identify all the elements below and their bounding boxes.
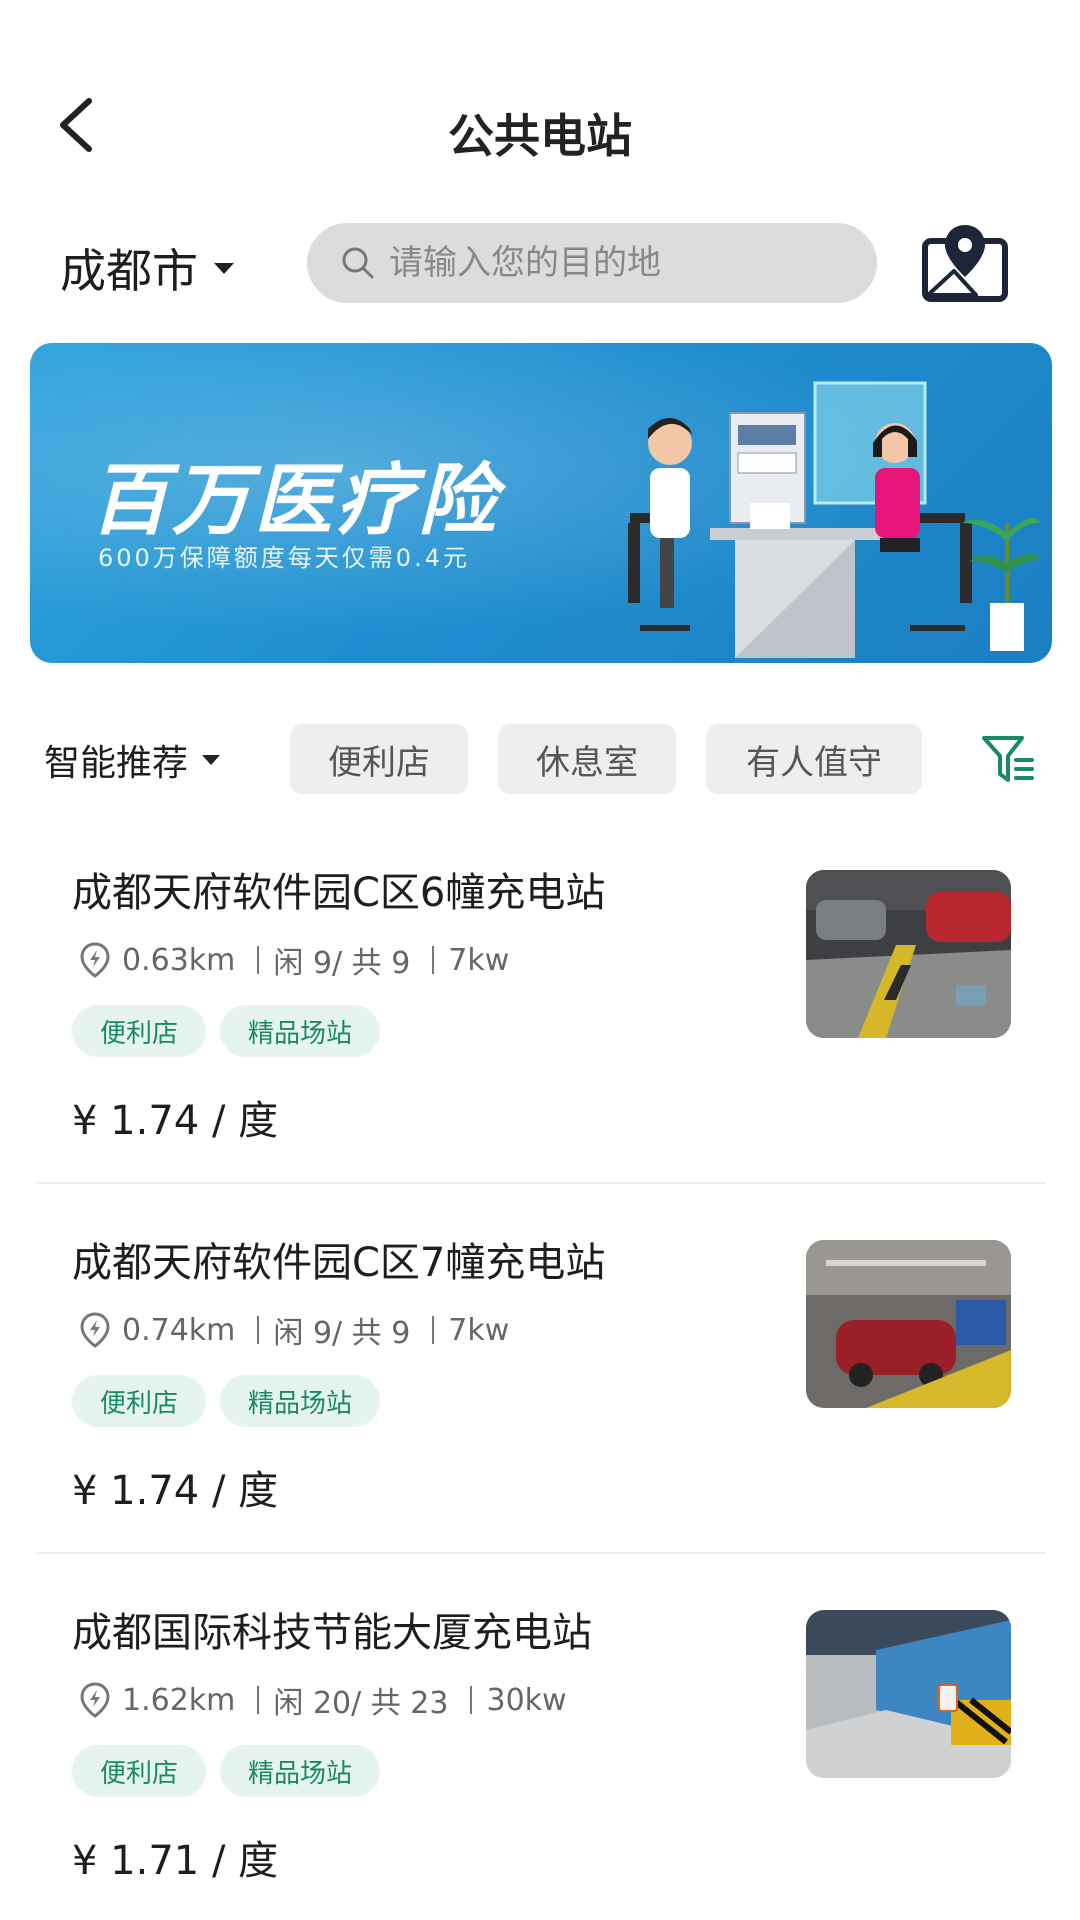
search-row: 成都市 [0, 215, 1080, 315]
promo-banner[interactable]: 百万医疗险 600万保障额度每天仅需0.4元 [30, 343, 1052, 663]
banner-illustration [628, 381, 1040, 658]
charging-pin-icon [80, 1682, 110, 1718]
tag-convenience-store: 便利店 [72, 1375, 207, 1427]
search-box[interactable] [307, 223, 877, 303]
station-name: 成都天府软件园C区7幢充电站 [72, 1240, 606, 1286]
city-label: 成都市 [60, 244, 198, 298]
station-tags: 便利店 精品场站 [72, 1005, 394, 1057]
filter-chip-lounge[interactable]: 休息室 [498, 724, 676, 794]
sort-dropdown[interactable]: 智能推荐 [44, 734, 221, 786]
card-divider [36, 1552, 1046, 1554]
station-availability: 闲 9/ 共 9 [273, 946, 411, 981]
divider [432, 1316, 435, 1344]
station-name: 成都天府软件园C区6幢充电站 [72, 870, 606, 916]
filter-icon[interactable] [978, 730, 1038, 790]
station-meta: 0.63km 闲 9/ 共 9 7kw [78, 938, 509, 982]
divider [257, 1316, 260, 1344]
divider [470, 1686, 473, 1714]
station-card[interactable]: 成都国际科技节能大厦充电站 1.62km 闲 20/ 共 23 30kw 便利店… [0, 1570, 1080, 1920]
header: 公共电站 [0, 0, 1080, 200]
station-power: 30kw [486, 1682, 567, 1718]
charging-pin-icon [80, 942, 110, 978]
map-pin-icon [922, 225, 1008, 302]
sort-label: 智能推荐 [44, 743, 189, 784]
station-price: ¥ 1.74 / 度 [72, 1468, 279, 1514]
station-availability: 闲 9/ 共 9 [273, 1316, 411, 1351]
station-power: 7kw [448, 1312, 510, 1348]
station-distance: 1.62km [122, 1682, 236, 1718]
filter-chip-attended[interactable]: 有人值守 [706, 724, 922, 794]
station-price: ¥ 1.71 / 度 [72, 1838, 279, 1884]
charging-pin-icon [80, 1312, 110, 1348]
tag-premium-station: 精品场站 [220, 1375, 381, 1427]
station-availability: 闲 20/ 共 23 [273, 1686, 449, 1721]
banner-subtitle: 600万保障额度每天仅需0.4元 [98, 544, 470, 572]
divider [432, 946, 435, 974]
station-power: 7kw [448, 942, 510, 978]
filter-row: 智能推荐 便利店 休息室 有人值守 [0, 718, 1080, 808]
card-divider [36, 1182, 1046, 1184]
station-price: ¥ 1.74 / 度 [72, 1098, 279, 1144]
tag-premium-station: 精品场站 [220, 1745, 381, 1797]
station-card[interactable]: 成都天府软件园C区7幢充电站 0.74km 闲 9/ 共 9 7kw 便利店 精… [0, 1200, 1080, 1570]
city-selector[interactable]: 成都市 [60, 235, 234, 301]
tag-convenience-store: 便利店 [72, 1005, 207, 1057]
station-meta: 1.62km 闲 20/ 共 23 30kw [78, 1678, 567, 1722]
station-photo [806, 1610, 1011, 1778]
tag-premium-station: 精品场站 [220, 1005, 381, 1057]
station-tags: 便利店 精品场站 [72, 1375, 394, 1427]
caret-down-icon [202, 755, 221, 765]
station-meta: 0.74km 闲 9/ 共 9 7kw [78, 1308, 509, 1352]
search-icon [342, 247, 374, 279]
station-photo [806, 1240, 1011, 1408]
station-name: 成都国际科技节能大厦充电站 [72, 1610, 592, 1656]
divider [257, 1686, 260, 1714]
caret-down-icon [214, 262, 234, 274]
search-input[interactable] [389, 243, 829, 283]
banner-title: 百万医疗险 [90, 456, 501, 546]
divider [257, 946, 260, 974]
station-photo [806, 870, 1011, 1038]
station-tags: 便利店 精品场站 [72, 1745, 394, 1797]
station-card[interactable]: 成都天府软件园C区6幢充电站 0.63km 闲 9/ 共 9 7kw 便利店 精… [0, 830, 1080, 1200]
station-distance: 0.63km [122, 942, 236, 978]
filter-chip-convenience-store[interactable]: 便利店 [290, 724, 468, 794]
map-button[interactable] [920, 215, 1010, 305]
tag-convenience-store: 便利店 [72, 1745, 207, 1797]
page-title: 公共电站 [448, 109, 632, 163]
station-distance: 0.74km [122, 1312, 236, 1348]
